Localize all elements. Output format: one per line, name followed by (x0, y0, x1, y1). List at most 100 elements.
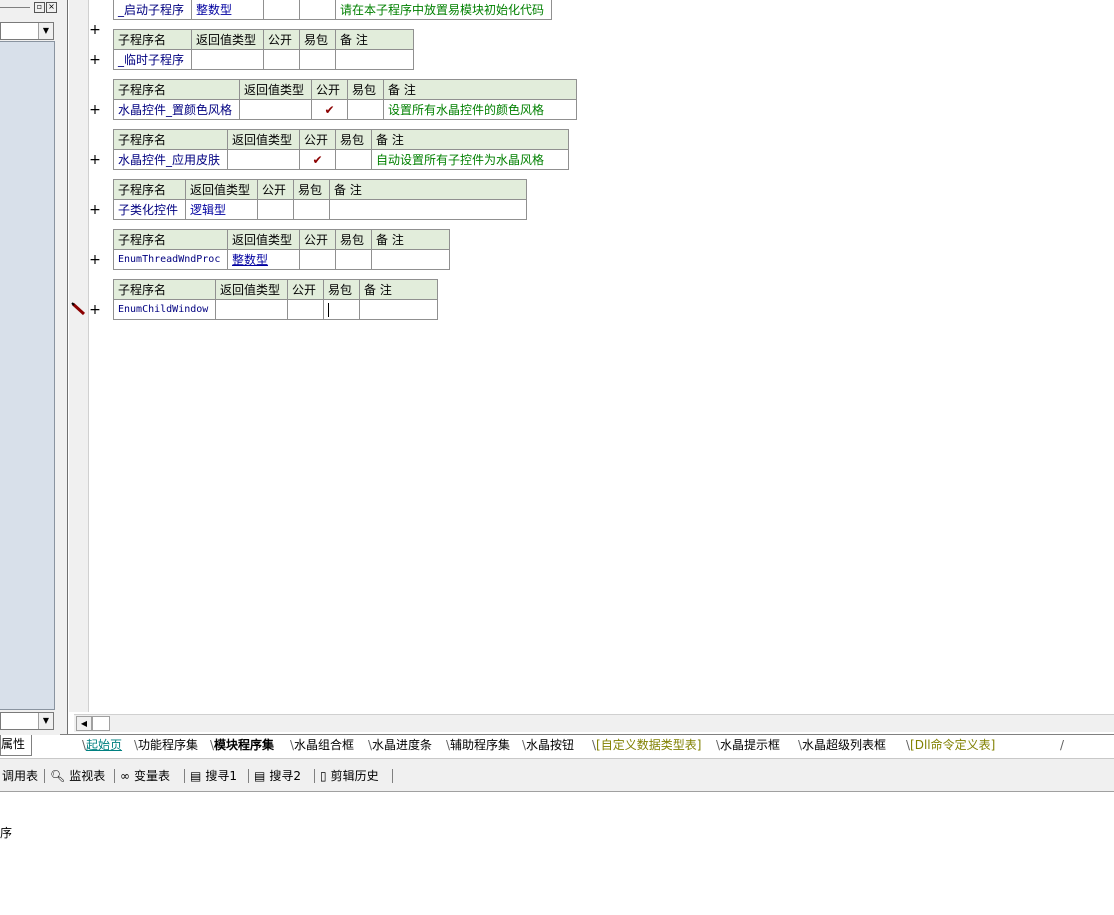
tab-6[interactable]: \水晶按钮 (518, 735, 578, 755)
expand-button[interactable]: + (89, 23, 101, 37)
toolbar-button-1[interactable]: 🔍︎ 监视表 (50, 767, 105, 785)
subroutine-table[interactable]: 子程序名返回值类型公开易包备 注_启动子程序整数型请在本子程序中放置易模块初始化… (113, 0, 552, 20)
horizontal-scrollbar[interactable]: ◀ (74, 714, 1114, 732)
public-checkbox-cell[interactable] (299, 249, 336, 270)
public-checkbox-cell[interactable] (263, 49, 300, 70)
search-doc-icon: ▤ (190, 769, 202, 783)
toolbar-button-label: 搜寻2 (269, 769, 301, 783)
remark-cell[interactable] (329, 199, 527, 220)
subroutine-table[interactable]: 子程序名 返回值类型 公开 易包备 注 EnumChildWindow (113, 279, 438, 320)
expand-button[interactable]: + (89, 253, 101, 267)
subroutine-name-cell[interactable]: EnumChildWindow (113, 299, 216, 320)
subroutine-table[interactable]: 子程序名 返回值类型 公开 易包备 注 EnumThreadWndProc 整数型 (113, 229, 450, 270)
return-type-cell[interactable] (215, 299, 288, 320)
subroutine-name-cell[interactable]: _启动子程序 (113, 0, 192, 20)
easy-pack-cell[interactable] (299, 49, 336, 70)
scroll-left-icon[interactable]: ◀ (76, 716, 92, 731)
tab-label: 水晶提示框 (720, 738, 781, 752)
subroutine-table[interactable]: 子程序名 返回值类型 公开 易包备 注水晶控件_置颜色风格 ✔ 设置所有水晶控件的颜色风格 (113, 79, 577, 120)
return-type-cell[interactable] (191, 49, 264, 70)
public-checkbox-cell[interactable] (257, 199, 294, 220)
subroutine-name-cell[interactable]: 水晶控件_应用皮肤 (113, 149, 228, 170)
expand-button[interactable]: + (89, 53, 101, 67)
remark-cell[interactable] (335, 49, 414, 70)
tab-9[interactable]: \水晶超级列表框 (794, 735, 890, 755)
tab-1[interactable]: \功能程序集 (130, 735, 202, 755)
remark-cell-text: 请在本子程序中放置易模块初始化代码 (340, 3, 545, 17)
remark-cell-text: 自动设置所有子控件为水晶风格 (376, 153, 545, 167)
return-type-cell[interactable]: 整数型 (191, 0, 264, 20)
public-checkbox-cell[interactable] (287, 299, 324, 320)
panel-splitter[interactable] (58, 0, 68, 735)
tab-8[interactable]: \水晶提示框 (712, 735, 784, 755)
return-type-cell[interactable] (239, 99, 312, 120)
remark-cell[interactable] (359, 299, 438, 320)
toolbar-separator (114, 769, 115, 783)
easy-pack-cell[interactable] (347, 99, 384, 120)
scroll-thumb[interactable] (92, 716, 110, 731)
subroutine-table[interactable]: 子程序名 返回值类型 公开 易包备 注 _临时子程序 (113, 29, 414, 70)
tab-2[interactable]: \模块程序集 (206, 735, 278, 755)
chevron-down-icon[interactable]: ▼ (38, 713, 53, 729)
column-header: 返回值类型 (227, 129, 300, 150)
tab-0[interactable]: \起始页 (78, 735, 126, 755)
return-type-cell[interactable]: 逻辑型 (185, 199, 258, 220)
column-header: 备 注 (371, 229, 450, 250)
toolbar-button-5[interactable]: ▯ 剪辑历史 (320, 767, 379, 785)
remark-cell[interactable]: 请在本子程序中放置易模块初始化代码 (335, 0, 552, 20)
left-combo-box[interactable]: ▼ (0, 22, 54, 40)
easy-pack-cell[interactable] (323, 299, 360, 320)
column-header: 公开 (263, 29, 300, 50)
toolbar-separator (248, 769, 249, 783)
expand-button[interactable]: + (89, 153, 101, 167)
subroutine-name-cell[interactable]: 水晶控件_置颜色风格 (113, 99, 240, 120)
easy-pack-cell[interactable] (335, 249, 372, 270)
tab-3[interactable]: \水晶组合框 (286, 735, 358, 755)
left-bottom-combo[interactable]: ▼ (0, 712, 54, 730)
output-panel: 序 (0, 792, 1114, 915)
subroutine-table[interactable]: 子程序名 返回值类型 公开 易包备 注水晶控件_应用皮肤 ✔ 自动设置所有子控件为水晶风格 (113, 129, 569, 170)
editor-gutter (68, 0, 89, 712)
return-type-cell[interactable] (227, 149, 300, 170)
remark-cell[interactable]: 设置所有水晶控件的颜色风格 (383, 99, 577, 120)
tab-10[interactable]: \[Dll命令定义表] (902, 735, 999, 755)
restore-icon[interactable]: ▫ (34, 2, 45, 13)
left-tree-view[interactable] (0, 41, 55, 710)
subroutine-name-cell[interactable]: _临时子程序 (113, 49, 192, 70)
expand-button[interactable]: + (89, 203, 101, 217)
column-header: 易包 (299, 29, 336, 50)
tab-properties[interactable]: 属性 (0, 735, 32, 756)
chevron-down-icon[interactable]: ▼ (38, 23, 53, 39)
tab-label: 模块程序集 (214, 738, 275, 752)
close-icon[interactable]: × (46, 2, 57, 13)
toolbar-button-3[interactable]: ▤ 搜寻1 (190, 767, 237, 785)
column-header: 公开 (311, 79, 348, 100)
toolbar-button-2[interactable]: ∞ 变量表 (120, 767, 170, 785)
subroutine-table[interactable]: 子程序名 返回值类型 公开 易包备 注子类化控件 逻辑型 (113, 179, 527, 220)
toolbar-button-0[interactable]: 调用表 (2, 767, 38, 785)
tab-4[interactable]: \水晶进度条 (364, 735, 436, 755)
public-checkbox-cell[interactable] (263, 0, 300, 20)
easy-pack-cell[interactable] (293, 199, 330, 220)
expand-button[interactable]: + (89, 103, 101, 117)
column-header: 易包 (347, 79, 384, 100)
subroutine-name-cell-text: _启动子程序 (118, 3, 185, 17)
tab-7[interactable]: \[自定义数据类型表] (588, 735, 705, 755)
bottom-toolbar: 调用表 🔍︎ 监视表 ∞ 变量表 ▤ 搜寻1 ▤ 搜寻2 ▯ 剪辑历史 (0, 758, 1114, 793)
easy-pack-cell[interactable] (335, 149, 372, 170)
toolbar-button-4[interactable]: ▤ 搜寻2 (254, 767, 301, 785)
return-type-cell[interactable]: 整数型 (227, 249, 300, 270)
remark-cell[interactable] (371, 249, 450, 270)
easy-pack-cell[interactable] (299, 0, 336, 20)
subroutine-name-cell[interactable]: 子类化控件 (113, 199, 186, 220)
tab-label: 水晶进度条 (372, 738, 433, 752)
tab-end-separator: / (1060, 738, 1065, 752)
public-checkbox-cell[interactable]: ✔ (311, 99, 348, 120)
tab-5[interactable]: \辅助程序集 (442, 735, 514, 755)
public-checkbox-cell[interactable]: ✔ (299, 149, 336, 170)
subroutine-name-cell[interactable]: EnumThreadWndProc (113, 249, 228, 270)
remark-cell[interactable]: 自动设置所有子控件为水晶风格 (371, 149, 569, 170)
expand-button[interactable]: + (89, 303, 101, 317)
column-header: 公开 (299, 229, 336, 250)
tab-label: 水晶超级列表框 (802, 738, 887, 752)
